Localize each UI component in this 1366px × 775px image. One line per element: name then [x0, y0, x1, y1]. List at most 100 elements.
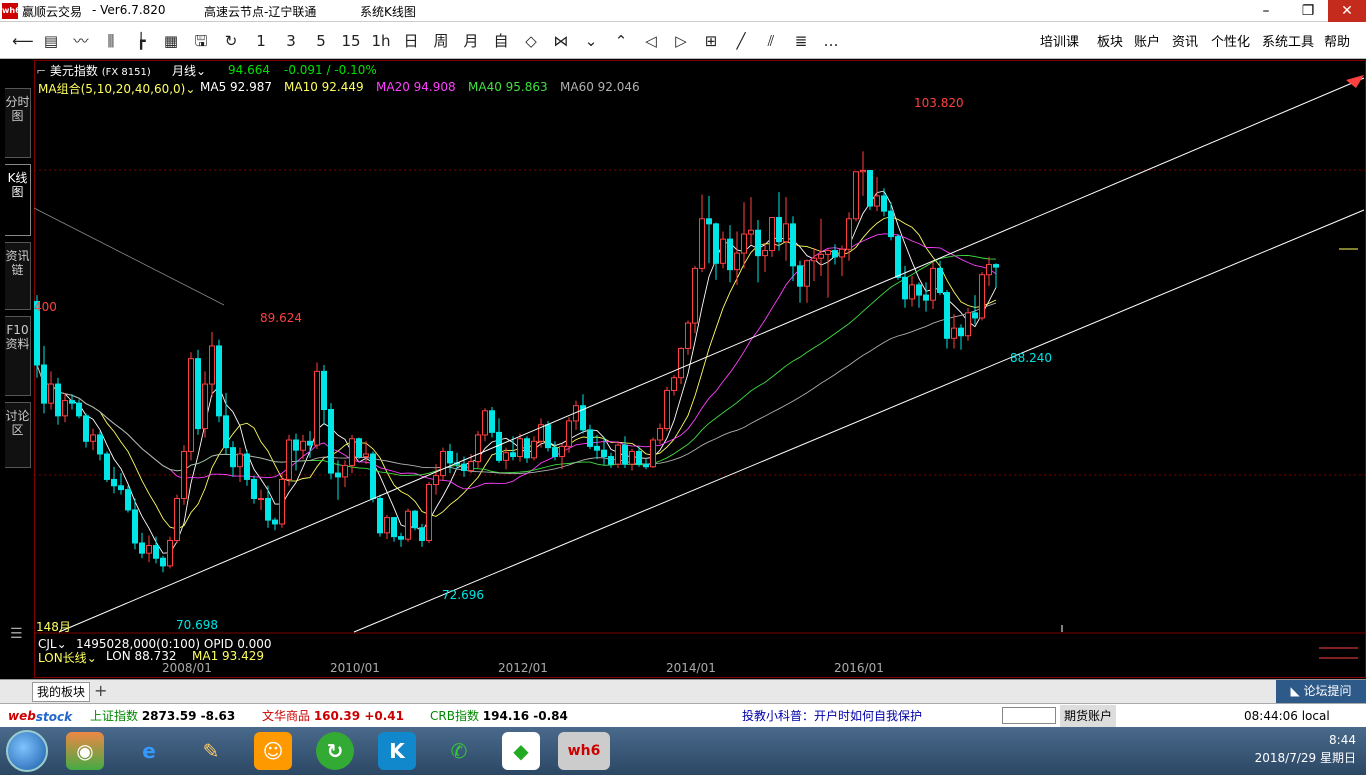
menu-sector[interactable]: 板块	[1097, 31, 1123, 50]
list-icon[interactable]: ☰	[10, 626, 23, 642]
search-input[interactable]	[1002, 707, 1056, 724]
chevron-up-icon[interactable]: ⌃	[610, 31, 632, 51]
x-label-2016: 2016/01	[834, 661, 884, 675]
period-custom[interactable]: 自	[490, 31, 512, 51]
ticker-sh-index[interactable]: 上证指数 2873.59 -8.63	[90, 705, 235, 727]
paint-icon[interactable]: ✎	[192, 732, 230, 770]
tab-news-chain[interactable]: 资讯链	[5, 242, 31, 310]
ticker-wenhua[interactable]: 文华商品 160.39 +0.41	[262, 705, 404, 727]
app-icon-4[interactable]: ☺	[254, 732, 292, 770]
menu-system-tools[interactable]: 系统工具	[1262, 31, 1314, 50]
start-button[interactable]	[6, 730, 48, 772]
period-15min[interactable]: 15	[340, 31, 362, 51]
lon-select[interactable]: LON长线⌄	[38, 649, 97, 666]
app-icon-1[interactable]: ◉	[66, 732, 104, 770]
candle-body	[132, 509, 138, 544]
period-month[interactable]: 月	[460, 31, 482, 51]
more-icon[interactable]: …	[820, 31, 842, 51]
ma5-line	[36, 190, 997, 554]
k-app-icon[interactable]: K	[378, 732, 416, 770]
ma-group-select[interactable]: MA组合(5,10,20,40,60,0)⌄	[38, 80, 195, 97]
candle-body	[237, 453, 243, 468]
candle-body	[328, 409, 334, 474]
table-icon[interactable]: ▤	[40, 31, 62, 51]
period-1min[interactable]: 1	[250, 31, 272, 51]
label-low-88: 88.240	[1010, 351, 1052, 365]
menu-news[interactable]: 资讯	[1172, 31, 1198, 50]
chevron-down-icon[interactable]: ⌄	[580, 31, 602, 51]
wh6-taskbar-icon[interactable]: wh6	[558, 732, 610, 770]
x-label-2014: 2014/01	[666, 661, 716, 675]
parallel-line-icon[interactable]: ⫽	[760, 31, 782, 51]
kline-chart[interactable]	[34, 60, 1366, 678]
arrow-right-icon[interactable]: ▷	[670, 31, 692, 51]
maximize-button[interactable]: ❐	[1288, 0, 1328, 22]
candle-body	[251, 478, 257, 499]
wechat-icon[interactable]: ✆	[440, 732, 478, 770]
menu-account[interactable]: 账户	[1134, 31, 1160, 50]
candle-body	[867, 169, 873, 207]
period-day[interactable]: 日	[400, 31, 422, 51]
candle-body	[335, 472, 341, 478]
candle-body	[650, 439, 656, 468]
candle-body	[475, 434, 481, 463]
period-1h[interactable]: 1h	[370, 31, 392, 51]
candle-body	[398, 536, 404, 540]
candle-body	[699, 218, 705, 269]
close-button[interactable]: ✕	[1328, 0, 1366, 22]
add-tab-icon[interactable]: +	[94, 681, 107, 700]
forum-question-button[interactable]: ◣ 论坛提问	[1276, 680, 1366, 703]
kline-grid-icon[interactable]: ▦	[160, 31, 182, 51]
menu-personalize[interactable]: 个性化	[1211, 31, 1250, 50]
candle-body	[979, 274, 985, 319]
last-price: 94.664	[228, 63, 270, 77]
layout-icon[interactable]: ⊞	[700, 31, 722, 51]
tab-my-board[interactable]: 我的板块	[32, 682, 91, 702]
futures-account-button[interactable]: 期货账户	[1060, 705, 1117, 727]
draw-line-icon[interactable]: ╱	[730, 31, 752, 51]
minimize-button[interactable]: –	[1246, 0, 1286, 22]
tab-f10[interactable]: F10资料	[5, 316, 31, 396]
candle-body	[503, 452, 509, 461]
candle-body	[510, 452, 516, 458]
back-arrow-icon[interactable]: ⟵	[12, 31, 34, 51]
save-icon[interactable]: 🖫	[190, 31, 212, 51]
candle-chart-icon[interactable]: ┢	[130, 31, 152, 51]
menu-training[interactable]: 培训课	[1040, 31, 1079, 50]
bar-chart-icon[interactable]: ⫼	[100, 31, 122, 51]
candle-body	[839, 248, 845, 258]
chart-area[interactable]: ⌐ 美元指数 (FX 8151) 月线⌄ 94.664 -0.091 / -0.…	[34, 60, 1366, 678]
refresh-icon[interactable]: ↻	[220, 31, 242, 51]
candle-body	[174, 498, 180, 541]
side-tabs: 分时图 K线图 资讯链 F10资料 讨论区 ☰	[0, 60, 34, 678]
candle-body	[97, 434, 103, 455]
candle-body	[433, 475, 439, 486]
candle-body	[307, 440, 313, 446]
ticker-crb[interactable]: CRB指数 194.16 -0.84	[430, 705, 568, 727]
candle-body	[916, 284, 922, 296]
status-time: 08:44:06 local	[1244, 709, 1330, 723]
tab-kline[interactable]: K线图	[5, 164, 31, 236]
candle-body	[384, 517, 390, 534]
period-3min[interactable]: 3	[280, 31, 302, 51]
text-icon[interactable]: ≣	[790, 31, 812, 51]
candle-body	[153, 545, 159, 559]
news-ticker[interactable]: 投教小科普：开户时如何自我保护	[742, 705, 922, 727]
candle-body	[748, 229, 754, 235]
candle-body	[188, 358, 194, 452]
tab-discussion[interactable]: 讨论区	[5, 402, 31, 468]
zoom-in-icon[interactable]: ◇	[520, 31, 542, 51]
menu-help[interactable]: 帮助	[1324, 31, 1350, 50]
app-icon-8[interactable]: ◆	[502, 732, 540, 770]
period-week[interactable]: 周	[430, 31, 452, 51]
candle-body	[279, 478, 285, 525]
ie-icon[interactable]: e	[130, 732, 168, 770]
period-5min[interactable]: 5	[310, 31, 332, 51]
app-icon-5[interactable]: ↻	[316, 732, 354, 770]
period-select[interactable]: 月线⌄	[172, 62, 206, 79]
tab-time-sharing[interactable]: 分时图	[5, 88, 31, 158]
line-chart-icon[interactable]: 〰	[70, 31, 92, 51]
arrow-left-icon[interactable]: ◁	[640, 31, 662, 51]
candle-body	[902, 276, 908, 300]
zoom-out-icon[interactable]: ⋈	[550, 31, 572, 51]
